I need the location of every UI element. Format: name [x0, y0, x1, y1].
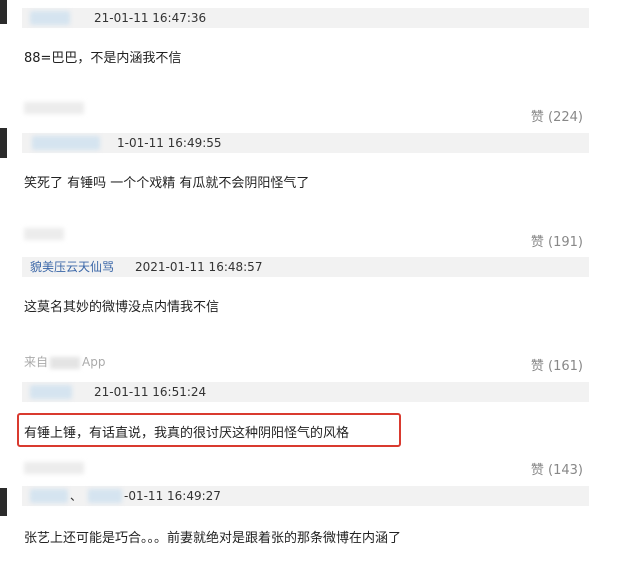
comment-time: 21-01-11 16:51:24	[94, 385, 207, 399]
comment-time: 21-01-11 16:47:36	[94, 11, 207, 25]
left-edge-decoration	[0, 128, 7, 158]
like-button[interactable]: 赞 (161)	[531, 355, 583, 374]
username-redacted[interactable]	[30, 489, 68, 503]
username-link[interactable]: 貌美压云天仙骂	[30, 257, 114, 277]
comment-time: 2021-01-11 16:48:57	[135, 260, 263, 274]
post-source: 来自 App	[24, 353, 105, 370]
comment-text: 这莫名其妙的微博没点内情我不信	[24, 300, 220, 315]
comment-meta: 貌美压云天仙骂 2021-01-11 16:48:57	[22, 257, 589, 277]
username-redacted[interactable]	[30, 11, 70, 25]
username-redacted	[88, 489, 122, 503]
reply-link-redacted	[24, 228, 64, 240]
comment-text: 88=巴巴，不是内涵我不信	[24, 51, 182, 66]
source-app-redacted	[50, 356, 81, 369]
username-suffix: 、	[70, 489, 83, 503]
comment-meta: 21-01-11 16:51:24	[22, 382, 589, 402]
username-redacted[interactable]	[32, 136, 100, 150]
reply-link-redacted	[24, 102, 84, 114]
comment-time: -01-11 16:49:27	[124, 489, 221, 503]
reply-link-redacted	[24, 462, 84, 474]
left-edge-decoration	[0, 488, 7, 516]
comment-time: 1-01-11 16:49:55	[117, 136, 222, 150]
like-button[interactable]: 赞 (143)	[531, 459, 583, 478]
comment-meta: 1-01-11 16:49:55	[22, 133, 589, 153]
highlight-annotation	[17, 413, 401, 447]
like-button[interactable]: 赞 (191)	[531, 231, 583, 250]
comment-text: 张艺上还可能是巧合。。。前妻就绝对是跟着张的那条微博在内涵了	[24, 531, 402, 546]
comment-text: 笑死了 有锤吗 一个个戏精 有瓜就不会阴阳怪气了	[24, 176, 310, 191]
comment-meta: 、 -01-11 16:49:27	[22, 486, 589, 506]
source-suffix: App	[82, 355, 106, 369]
like-button[interactable]: 赞 (224)	[531, 106, 583, 125]
username-redacted[interactable]	[30, 385, 72, 399]
comment-meta: 21-01-11 16:47:36	[22, 8, 589, 28]
source-prefix: 来自	[24, 355, 49, 369]
left-edge-decoration	[0, 0, 7, 24]
